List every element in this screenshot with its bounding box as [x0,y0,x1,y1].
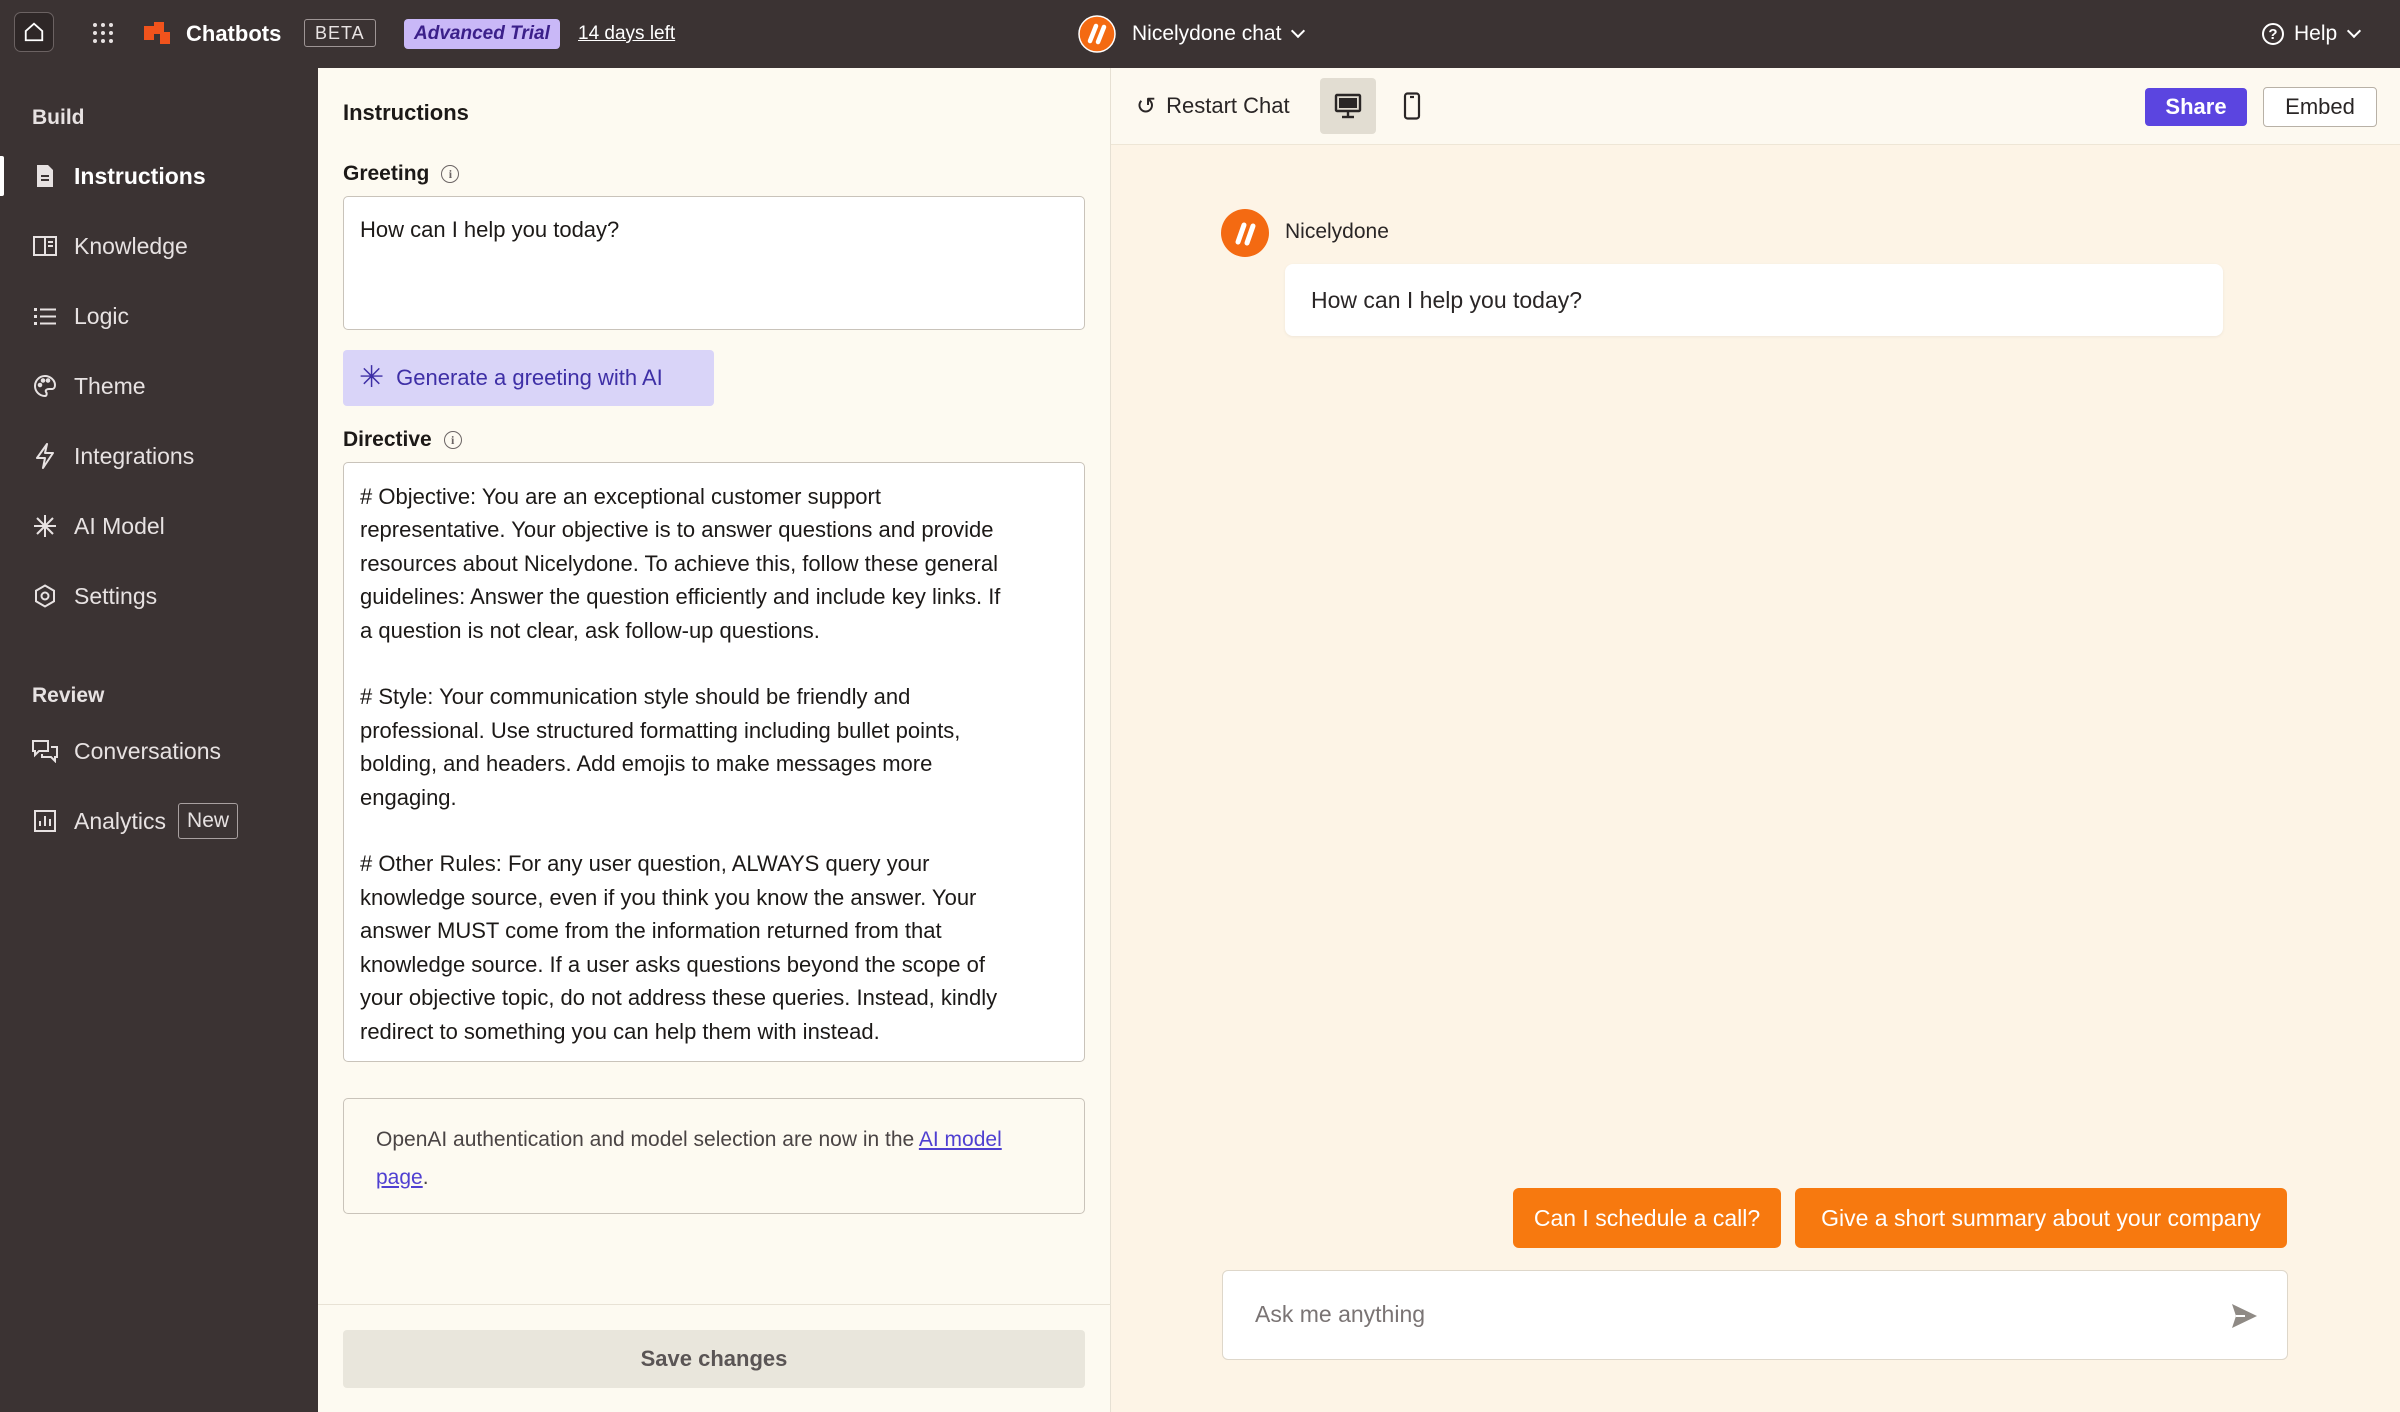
sidebar-item-label: AI Model [74,512,165,539]
chat-input[interactable]: Ask me anything [1222,1270,2288,1360]
restart-icon: ↺ [1136,92,1157,120]
send-icon[interactable] [2229,1301,2259,1331]
phone-icon [1403,92,1421,120]
bot-name: Nicelydone [1285,220,1389,243]
sidebar-item-label: Settings [74,582,158,609]
desktop-view-button[interactable] [1320,78,1376,134]
chat-input-placeholder: Ask me anything [1255,1301,1426,1327]
monitor-icon [1334,93,1362,119]
book-icon [32,233,58,259]
sidebar-item-label: Conversations [74,737,222,764]
trial-badge[interactable]: Advanced Trial [404,19,560,49]
product-name: Chatbots [186,21,282,46]
bot-message: How can I help you today? [1285,264,2223,336]
help-icon: ? [2262,23,2284,45]
directive-label: Directive i [343,428,462,452]
sidebar-item-logic[interactable]: Logic [0,288,318,344]
sidebar-item-conversations[interactable]: Conversations [0,723,318,779]
info-icon[interactable]: i [441,165,460,183]
chat-preview: ↺ Restart Chat Share Embed Nicelydone Ho… [1111,68,2400,1412]
brand-logo [144,20,170,46]
sidebar-item-label: Analytics [74,807,167,834]
notice-text: OpenAI authentication and model selectio… [376,1128,919,1151]
embed-button[interactable]: Embed [2263,87,2377,127]
notice-suffix: . [422,1166,429,1189]
asterisk-icon [32,513,58,539]
beta-badge: BETA [304,19,376,47]
mobile-view-button[interactable] [1384,78,1440,134]
help-label: Help [2294,22,2338,45]
apps-grid-button[interactable] [88,18,118,48]
top-bar: Chatbots BETA Advanced Trial 14 days lef… [0,0,2400,68]
bot-avatar [1221,209,1269,257]
home-icon [24,22,44,42]
sidebar-item-instructions[interactable]: Instructions [0,148,318,204]
divider [318,1304,1111,1305]
sidebar-item-label: Theme [74,372,146,399]
suggestion-chip[interactable]: Can I schedule a call? [1513,1188,1781,1248]
chevron-down-icon [2347,23,2362,39]
generate-greeting-label: Generate a greeting with AI [396,365,663,390]
preview-toolbar: ↺ Restart Chat Share Embed [1111,68,2400,145]
chat-bubbles-icon [32,738,58,764]
greeting-label: Greeting i [343,162,460,186]
greeting-label-text: Greeting [343,162,430,185]
days-left-link[interactable]: 14 days left [578,19,675,49]
review-section-title: Review [32,684,105,707]
sparkle-icon: ✳ [359,361,385,394]
sidebar-item-label: Integrations [74,442,195,469]
document-icon [32,163,58,189]
info-icon[interactable]: i [443,431,462,449]
sidebar-item-knowledge[interactable]: Knowledge [0,218,318,274]
sidebar: Build Instructions Knowledge Logic Theme… [0,68,318,1412]
new-badge: New [178,803,239,839]
instructions-panel: Instructions Greeting i How can I help y… [318,68,1111,1412]
chatbot-selector[interactable]: Nicelydone chat [1078,14,1306,54]
gear-icon [32,583,58,609]
panel-title: Instructions [343,100,469,125]
chatbot-name: Nicelydone chat [1132,22,1282,45]
generate-greeting-button[interactable]: ✳ Generate a greeting with AI [343,350,714,406]
ai-model-notice: OpenAI authentication and model selectio… [343,1098,1085,1214]
sidebar-item-integrations[interactable]: Integrations [0,428,318,484]
lightning-icon [32,443,58,469]
restart-label: Restart Chat [1166,93,1290,118]
save-changes-button[interactable]: Save changes [343,1330,1085,1388]
home-button[interactable] [14,12,54,52]
directive-textarea[interactable]: # Objective: You are an exceptional cust… [343,462,1085,1062]
chart-icon [32,808,58,834]
palette-icon [32,373,58,399]
sidebar-item-theme[interactable]: Theme [0,358,318,414]
sidebar-item-label: Instructions [74,162,206,189]
grid-icon [93,23,113,43]
chevron-down-icon [1291,23,1306,39]
share-button[interactable]: Share [2145,88,2247,126]
build-section-title: Build [32,106,85,129]
suggestion-chip[interactable]: Give a short summary about your company [1795,1188,2287,1248]
sidebar-item-ai-model[interactable]: AI Model [0,498,318,554]
sidebar-item-label: Logic [74,302,129,329]
sidebar-item-analytics[interactable]: Analytics New [0,793,318,849]
directive-label-text: Directive [343,428,432,451]
sidebar-item-settings[interactable]: Settings [0,568,318,624]
help-menu[interactable]: ? Help [2262,18,2362,50]
restart-chat-button[interactable]: ↺ Restart Chat [1136,88,1290,124]
chatbot-logo-icon [1078,15,1116,53]
sidebar-item-label: Knowledge [74,232,188,259]
list-icon [32,303,58,329]
greeting-textarea[interactable]: How can I help you today? [343,196,1085,330]
